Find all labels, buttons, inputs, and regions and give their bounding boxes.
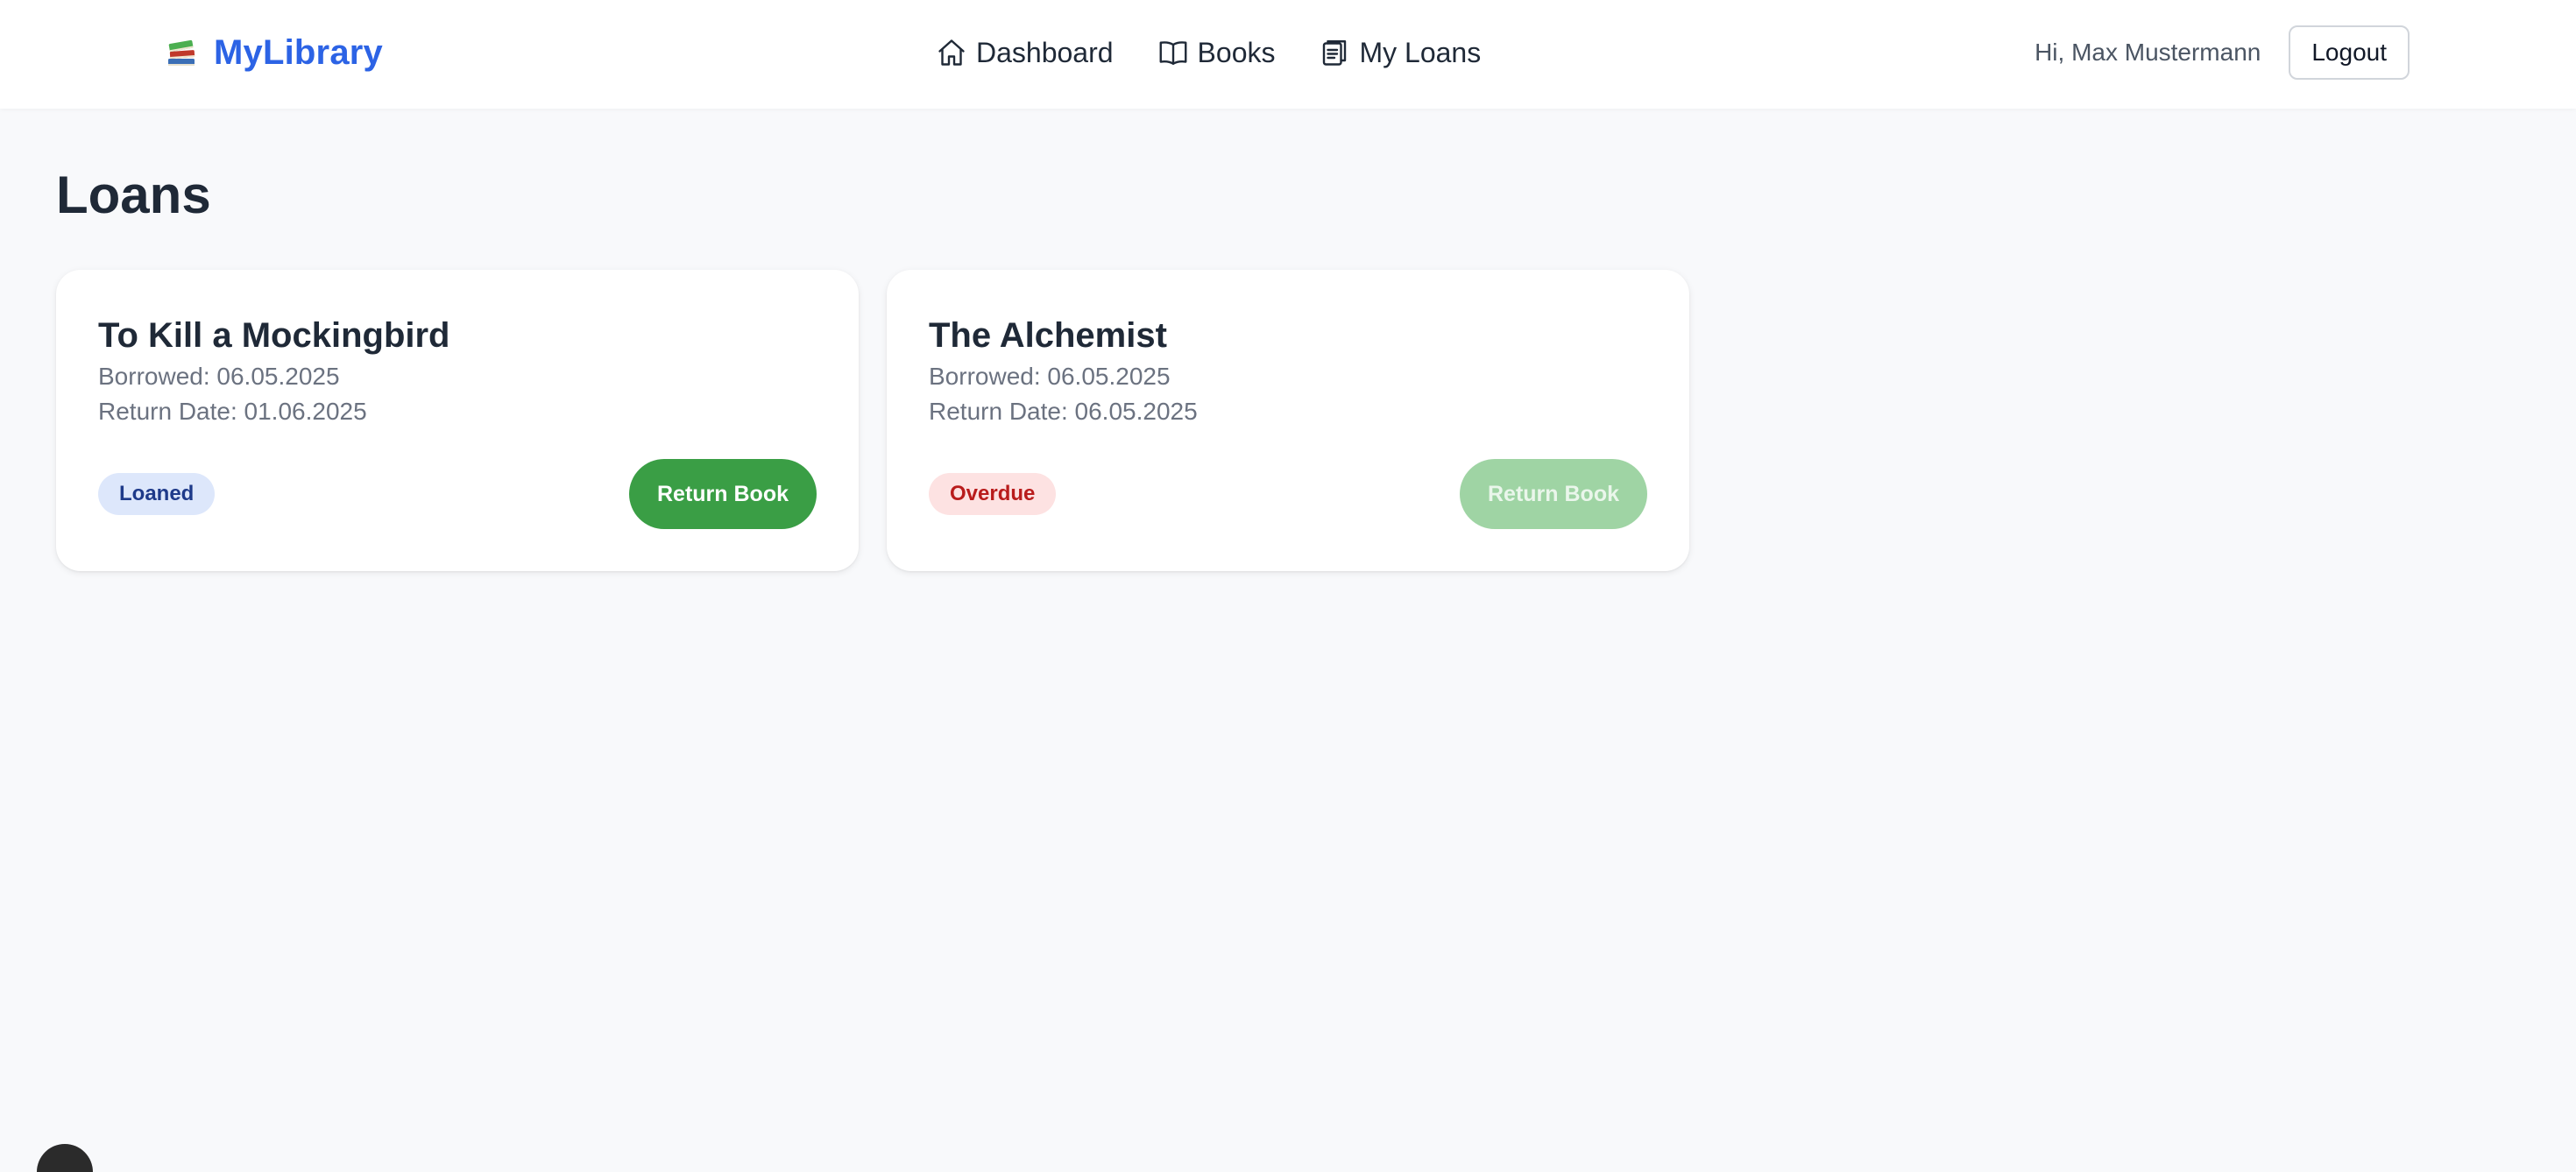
brand-link[interactable]: MyLibrary (165, 30, 383, 75)
top-navbar: MyLibrary Dashboard Books My Loans Hi, M… (0, 0, 2576, 109)
main-nav: Dashboard Books My Loans (936, 32, 1481, 74)
return-date: Return Date: 01.06.2025 (98, 398, 367, 425)
books-stack-icon (168, 39, 195, 66)
nav-item-label: Books (1197, 36, 1276, 68)
loan-card: To Kill a Mockingbird Borrowed: 06.05.20… (56, 270, 859, 571)
page-title: Loans (56, 166, 211, 224)
loan-card: The Alchemist Borrowed: 06.05.2025 Retur… (887, 270, 1689, 571)
floating-widget-edge[interactable] (37, 1144, 93, 1172)
user-area: Hi, Max Mustermann Logout (2035, 25, 2410, 81)
loan-title: To Kill a Mockingbird (98, 316, 450, 355)
status-badge: Loaned (98, 473, 216, 515)
nav-item-label: Dashboard (976, 36, 1114, 68)
return-book-button[interactable]: Return Book (1460, 459, 1647, 529)
brand-name: MyLibrary (214, 32, 383, 72)
return-date: Return Date: 06.05.2025 (929, 398, 1198, 425)
nav-item-dashboard[interactable]: Dashboard (936, 37, 1114, 69)
borrowed-date: Borrowed: 06.05.2025 (929, 363, 1171, 390)
nav-item-my-loans[interactable]: My Loans (1319, 37, 1481, 69)
nav-item-books[interactable]: Books (1157, 36, 1276, 69)
return-book-button[interactable]: Return Book (629, 459, 817, 529)
nav-item-label: My Loans (1359, 36, 1482, 68)
user-greeting: Hi, Max Mustermann (2035, 39, 2261, 66)
open-book-icon (1159, 41, 1186, 65)
clipboard-icon (1323, 40, 1347, 66)
borrowed-date: Borrowed: 06.05.2025 (98, 363, 340, 390)
home-icon (938, 39, 965, 66)
logout-button[interactable]: Logout (2289, 25, 2410, 80)
status-badge: Overdue (929, 473, 1057, 515)
loan-title: The Alchemist (929, 316, 1167, 355)
